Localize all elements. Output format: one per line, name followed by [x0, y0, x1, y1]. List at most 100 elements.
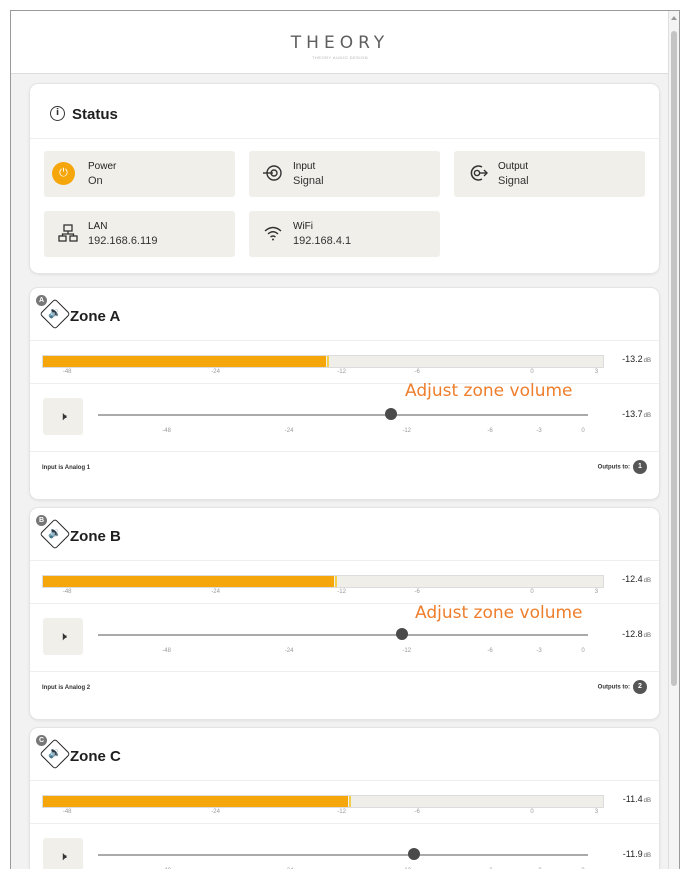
- volume-db-readout: -13.7dB: [622, 409, 651, 419]
- zone-header: B 🔉 Zone B: [30, 508, 659, 561]
- wifi-icon: [261, 222, 285, 246]
- meter-scale: -48 -24 -12 -6 0 3: [42, 369, 602, 379]
- volume-slider-track[interactable]: [98, 414, 588, 416]
- zone-header: A 🔉 Zone A: [30, 288, 659, 341]
- slider-tick-label: -6: [487, 428, 493, 434]
- vertical-scrollbar[interactable]: [668, 11, 679, 869]
- mute-button[interactable]: 🕨: [43, 398, 83, 435]
- tile-value: On: [88, 175, 103, 187]
- zone-badge: B: [36, 515, 47, 526]
- zone-input-source: Input is Analog 2: [42, 685, 91, 691]
- zone-outputs: Outputs to: 1: [598, 460, 647, 474]
- level-meter-fill: [43, 796, 349, 807]
- volume-slider-track[interactable]: [98, 634, 588, 636]
- zone-card: A 🔉 Zone A -13.2 dB -48 -24 -12 -6 0 3 🕨 -13.7dB -48 -…: [30, 288, 659, 499]
- volume-db-readout: -11.9dB: [623, 849, 651, 859]
- tile-label: Input: [293, 161, 316, 172]
- divider: [30, 671, 659, 672]
- meter-tick-label: 0: [530, 369, 534, 375]
- volume-db-readout: -12.8dB: [622, 629, 651, 639]
- divider: [30, 138, 659, 139]
- logo-tagline: THEORY AUDIO DESIGN: [311, 55, 369, 60]
- zone-title: Zone B: [70, 528, 121, 545]
- meter-tick-label: -6: [414, 809, 420, 815]
- meter-tick-label: -48: [62, 809, 72, 815]
- volume-slider-knob[interactable]: [384, 408, 397, 420]
- slider-tick-label: 0: [581, 428, 585, 434]
- volume-db-value: -13.7: [622, 409, 643, 419]
- level-meter: [42, 355, 604, 368]
- divider: [30, 823, 659, 824]
- meter-tick-label: 0: [530, 809, 534, 815]
- db-unit: dB: [643, 798, 651, 804]
- meter-tick-label: 3: [594, 369, 599, 375]
- volume-db-value: -12.8: [622, 629, 643, 639]
- meter-db-value: -13.2: [622, 354, 643, 364]
- volume-slider-track[interactable]: [98, 854, 588, 856]
- meter-tick-label: -24: [211, 809, 220, 815]
- db-unit: dB: [643, 578, 651, 584]
- level-meter-fill: [43, 576, 335, 587]
- status-tile-lan: LAN 192.168.6.119: [44, 211, 235, 257]
- speaker-glyph-icon: 🔉: [48, 526, 62, 539]
- output-badge[interactable]: 1: [633, 460, 647, 474]
- meter-scale: -48 -24 -12 -6 0 3: [42, 809, 602, 819]
- speaker-glyph-icon: 🔉: [48, 746, 62, 759]
- meter-tick-label: -24: [211, 589, 220, 595]
- meter-tick-label: -12: [337, 589, 346, 595]
- tile-value: Signal: [293, 175, 324, 187]
- slider-scale: -48 -24 -12 -6 -3 0: [98, 648, 588, 658]
- meter-tick-label: -12: [337, 809, 346, 815]
- level-meter: [42, 795, 604, 808]
- zone-title: Zone C: [70, 748, 121, 765]
- meter-tick-label: -48: [62, 369, 72, 375]
- slider-tick-label: -12: [402, 428, 412, 434]
- speaker-glyph-icon: 🔉: [48, 306, 62, 319]
- meter-tick-label: -6: [414, 369, 420, 375]
- divider: [30, 451, 659, 452]
- speaker-icon: 🕨: [59, 629, 67, 643]
- zone-card: B 🔉 Zone B -12.4dB -48 -24 -12 -6 0 3 🕨 -12.8dB -48-…: [30, 508, 659, 719]
- status-tile-output: Output Signal: [454, 151, 645, 197]
- meter-tick-label: 3: [594, 589, 599, 595]
- browser-frame: THEORY THEORY AUDIO DESIGN i Status ⏻ Po…: [10, 10, 680, 869]
- power-icon: ⏻: [52, 162, 75, 185]
- tile-label: Output: [498, 161, 529, 172]
- level-meter: [42, 575, 604, 588]
- status-tile-wifi: WiFi 192.168.4.1: [249, 211, 440, 257]
- db-unit: dB: [643, 413, 651, 419]
- volume-slider-knob[interactable]: [408, 848, 421, 860]
- page-content: THEORY THEORY AUDIO DESIGN i Status ⏻ Po…: [11, 11, 669, 869]
- zone-badge: A: [36, 295, 47, 306]
- level-meter-fill: [43, 356, 326, 367]
- slider-scale: -48 -24 -12 -6 -3 0: [98, 428, 588, 438]
- slider-tick-label: -24: [284, 428, 294, 434]
- meter-tick-label: 3: [594, 809, 599, 815]
- zone-header: C 🔉 Zone C: [30, 728, 659, 781]
- slider-tick-label: -6: [487, 648, 493, 654]
- input-signal-icon: [261, 162, 285, 186]
- scrollbar-thumb[interactable]: [671, 31, 677, 686]
- outputs-label: Outputs to:: [597, 464, 630, 471]
- mute-button[interactable]: 🕨: [43, 838, 83, 869]
- level-meter-peak: [335, 576, 338, 587]
- annotation-adjust-zone-volume: Adjust zone volume: [415, 603, 583, 623]
- info-icon: i: [50, 106, 65, 121]
- meter-tick-label: -24: [211, 369, 220, 375]
- status-title: Status: [72, 106, 118, 123]
- lan-icon: [56, 222, 80, 246]
- meter-scale: -48 -24 -12 -6 0 3: [42, 589, 602, 599]
- app-header: THEORY THEORY AUDIO DESIGN: [11, 11, 669, 74]
- volume-slider-knob[interactable]: [395, 628, 408, 640]
- mute-button[interactable]: 🕨: [43, 618, 83, 655]
- tile-value: 192.168.4.1: [293, 235, 352, 247]
- output-badge[interactable]: 2: [633, 680, 647, 694]
- meter-tick-label: 0: [530, 589, 534, 595]
- scroll-up-arrow-icon[interactable]: [671, 16, 677, 20]
- output-signal-icon: [466, 162, 490, 186]
- zone-outputs: Outputs to: 2: [598, 680, 647, 694]
- level-meter-peak: [349, 796, 352, 807]
- meter-db-readout: -12.4dB: [622, 574, 651, 584]
- db-unit: dB: [643, 633, 651, 639]
- slider-tick-label: -48: [162, 428, 171, 434]
